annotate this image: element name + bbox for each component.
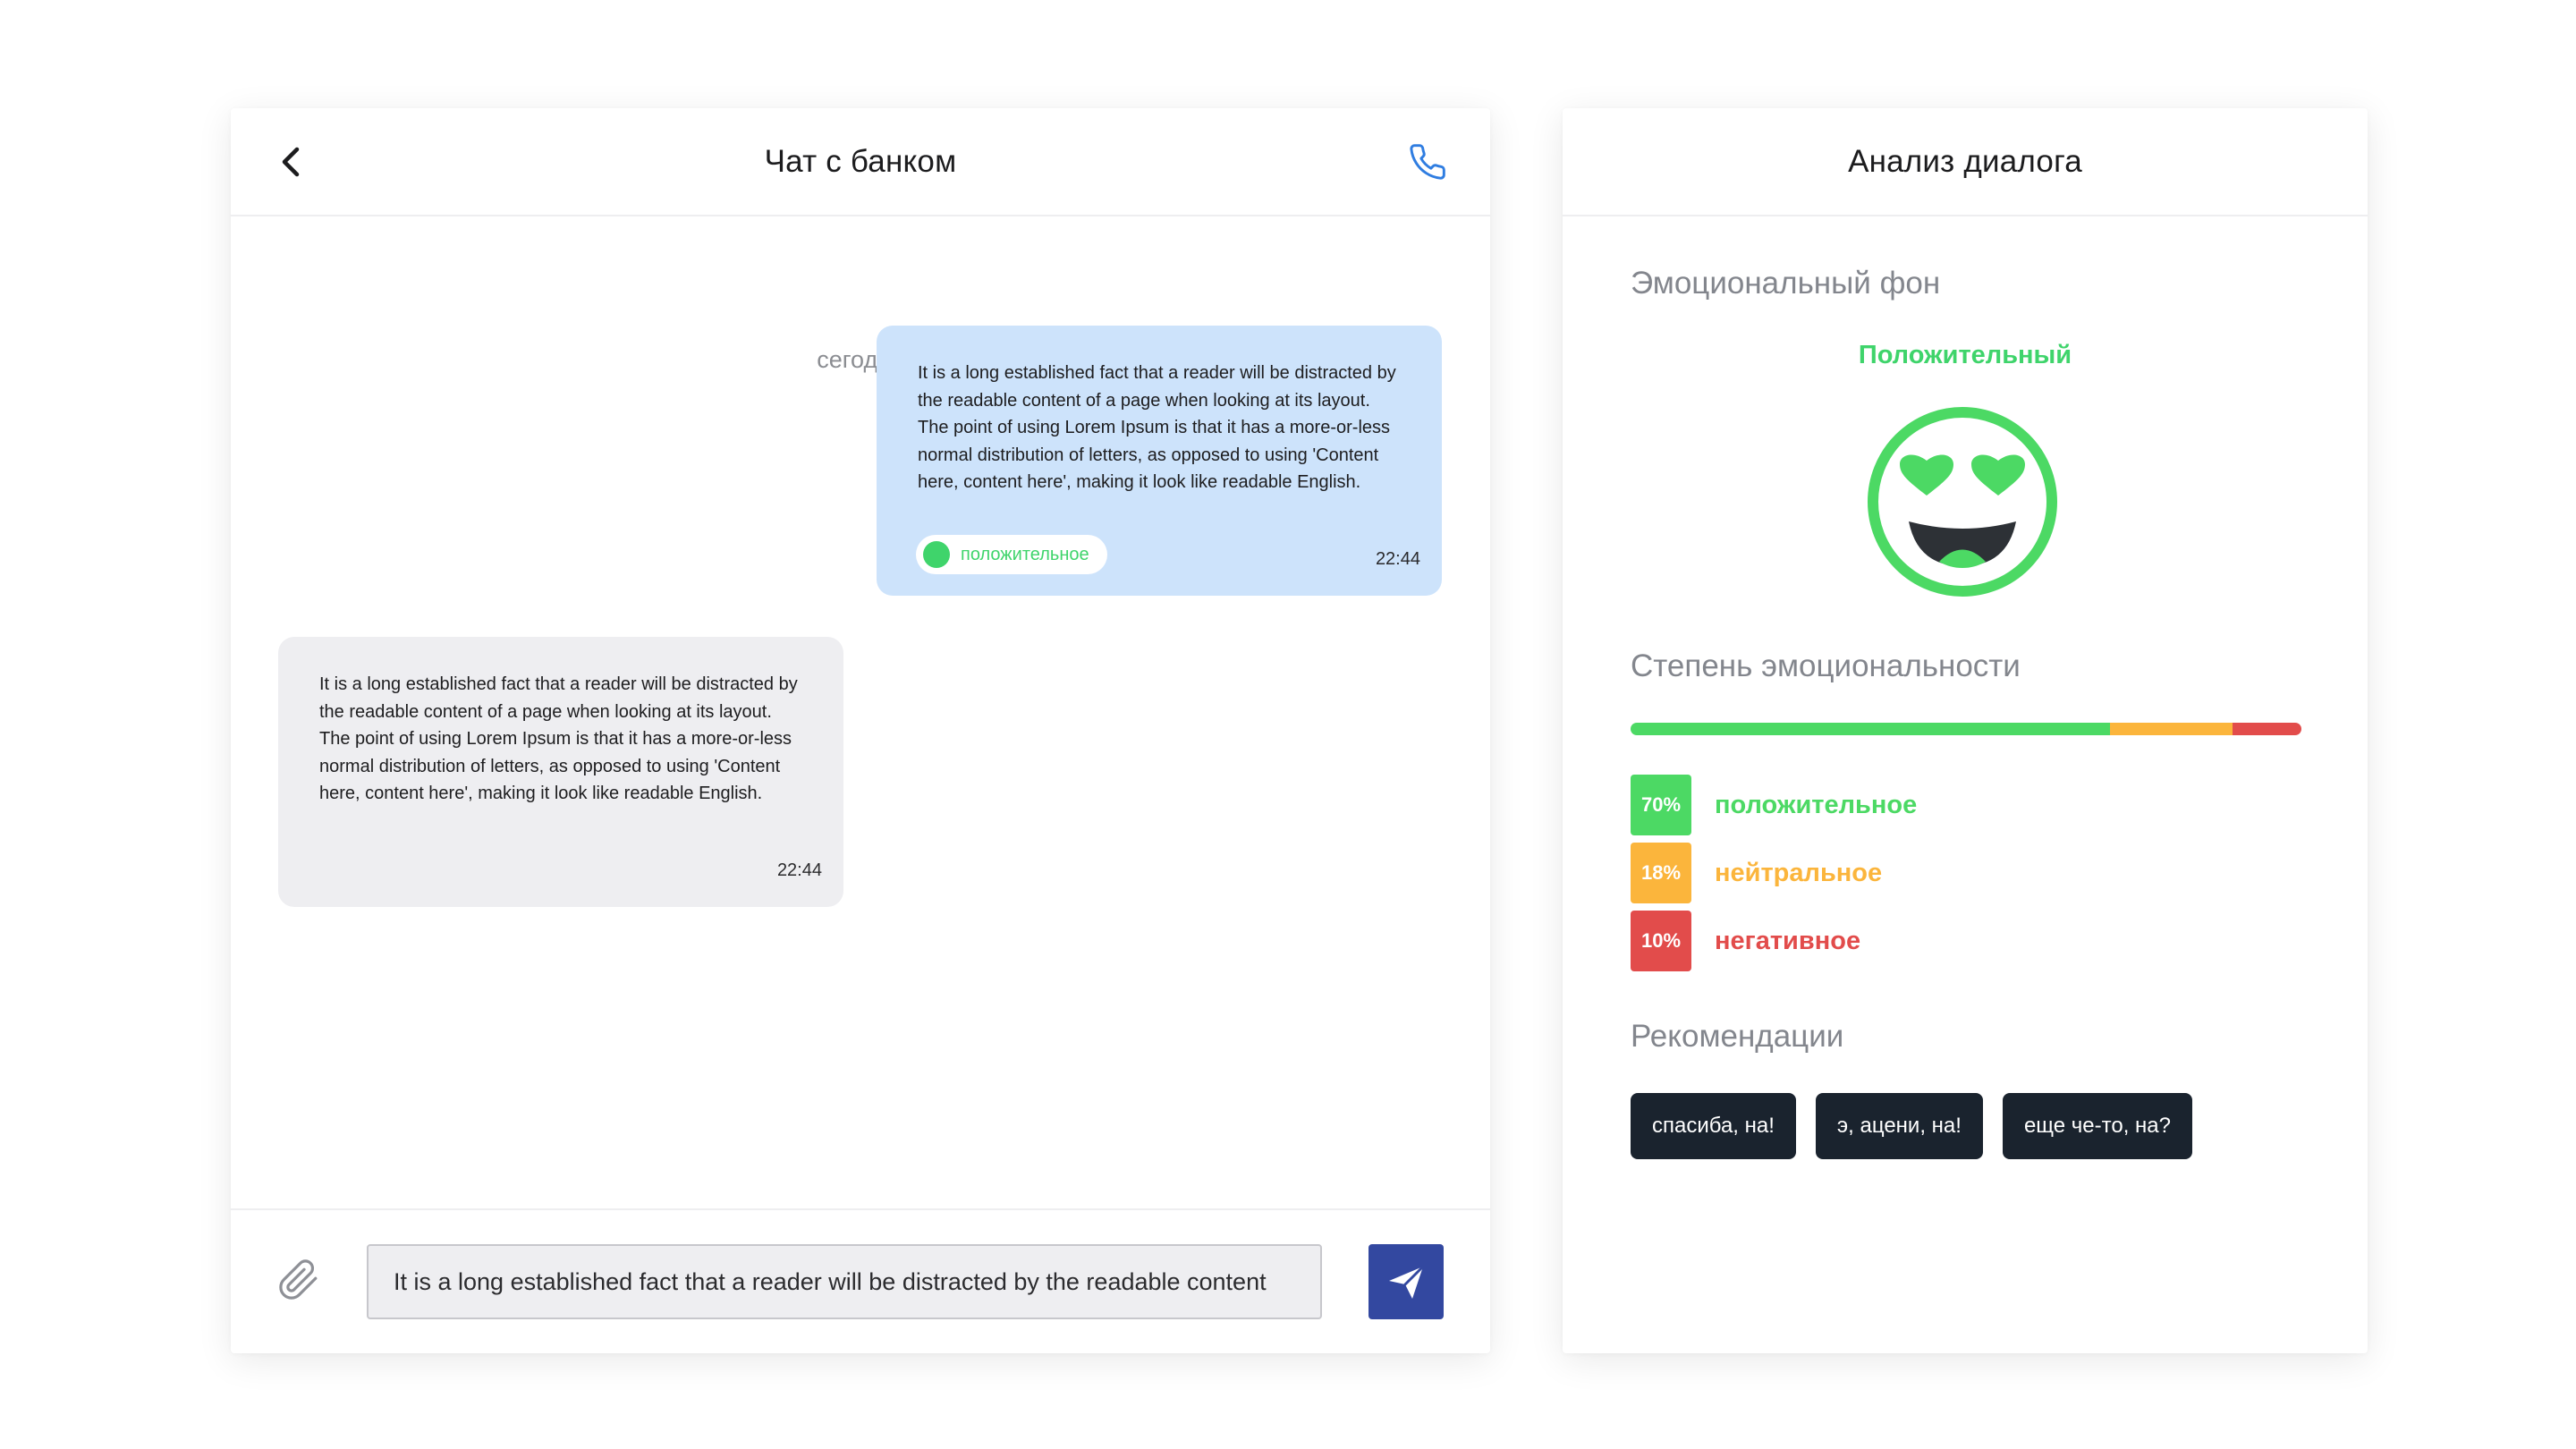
percent-badge-neutral: 18% (1631, 843, 1691, 903)
emotionality-bar-segment-2 (2233, 723, 2301, 735)
legend-row-negative: 10% негативное (1631, 911, 1860, 971)
chat-panel: Чат с банком сегодня It is a long establ… (231, 108, 1490, 1353)
incoming-message-bubble: It is a long established fact that a rea… (278, 637, 843, 907)
legend-label-negative: негативное (1715, 926, 1861, 955)
recommendations-heading: Рекомендации (1631, 1019, 1844, 1054)
legend-row-neutral: 18% нейтральное (1631, 843, 1882, 903)
recommendation-chip[interactable]: еще че-то, на? (2002, 1093, 2192, 1159)
message-text: It is a long established fact that a rea… (918, 363, 1396, 492)
emotionality-bar-segment-1 (2109, 723, 2233, 735)
message-time: 22:44 (776, 860, 822, 880)
paper-plane-icon (1389, 1265, 1425, 1299)
emotional-background-value: Положительный (1858, 341, 2072, 369)
message-composer (231, 1208, 1490, 1353)
phone-icon[interactable] (1408, 142, 1447, 182)
message-input[interactable] (367, 1244, 1322, 1319)
sentiment-dot-icon (923, 541, 950, 568)
emotionality-heading: Степень эмоциональности (1631, 648, 2021, 683)
chat-header: Чат с банком (231, 108, 1490, 216)
recommendations-list: спасиба, на! э, ацени, на! еще че-то, на… (1631, 1093, 2192, 1159)
emotional-background-heading: Эмоциональный фон (1631, 266, 1941, 301)
send-button[interactable] (1368, 1244, 1444, 1319)
emotionality-bar (1631, 723, 2301, 735)
percent-badge-positive: 70% (1631, 775, 1691, 835)
sentiment-label: положительное (961, 544, 1089, 564)
legend-row-positive: 70% положительное (1631, 775, 1917, 835)
chevron-left-icon[interactable] (272, 142, 311, 182)
legend-label-positive: положительное (1715, 790, 1918, 819)
percent-badge-negative: 10% (1631, 911, 1691, 971)
analysis-panel: Анализ диалога Эмоциональный фон Положит… (1563, 108, 2368, 1353)
analysis-title: Анализ диалога (1848, 143, 2082, 179)
message-sentiment-badge: положительное (916, 535, 1107, 574)
message-text: It is a long established fact that a rea… (319, 674, 798, 803)
recommendation-chip[interactable]: спасиба, на! (1631, 1093, 1796, 1159)
analysis-header: Анализ диалога (1563, 108, 2368, 216)
legend-label-neutral: нейтральное (1715, 858, 1883, 887)
emotionality-bar-segment-0 (1631, 723, 2110, 735)
chat-title: Чат с банком (764, 143, 957, 179)
message-time: 22:44 (1375, 548, 1420, 569)
heart-eyes-emoji-icon (1868, 407, 2057, 597)
paperclip-icon[interactable] (277, 1258, 320, 1305)
outgoing-message-bubble: It is a long established fact that a rea… (877, 326, 1442, 596)
recommendation-chip[interactable]: э, ацени, на! (1815, 1093, 1983, 1159)
